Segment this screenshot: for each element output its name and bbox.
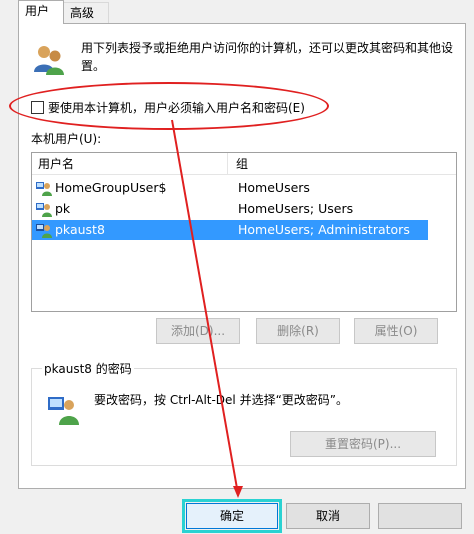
- table-row-selected[interactable]: pkaust8 HomeUsers; Administrators: [32, 220, 428, 240]
- reset-password-button[interactable]: 重置密码(P)...: [290, 431, 436, 457]
- user-group: HomeUsers; Users: [238, 201, 354, 216]
- require-password-checkbox[interactable]: [31, 100, 44, 114]
- user-group: HomeUsers: [238, 180, 310, 195]
- require-password-row[interactable]: 要使用本计算机，用户必须输入用户名和密码(E): [31, 99, 305, 115]
- local-users-label: 本机用户(U):: [31, 132, 102, 146]
- users-listview[interactable]: 用户名 组 HomeGroupUser$ HomeUsers pk HomeUs…: [31, 152, 457, 312]
- password-instructions: 要改密码，按 Ctrl-Alt-Del 并选择“更改密码”。: [94, 393, 349, 407]
- user-name: pkaust8: [55, 222, 105, 237]
- column-username[interactable]: 用户名: [38, 153, 228, 175]
- listview-header: 用户名 组: [32, 153, 456, 175]
- apply-button[interactable]: [378, 503, 462, 529]
- users-icon: [34, 46, 64, 75]
- user-icon: [36, 203, 52, 217]
- column-group[interactable]: 组: [236, 153, 248, 175]
- user-icon: [36, 182, 52, 196]
- user-group: HomeUsers; Administrators: [238, 222, 410, 237]
- require-password-label[interactable]: 要使用本计算机，用户必须输入用户名和密码(E): [48, 99, 305, 116]
- user-name: HomeGroupUser$: [55, 180, 167, 195]
- description-text: 用下列表授予或拒绝用户访问你的计算机，还可以更改其密码和其他设置。: [81, 41, 454, 73]
- tab-bar: 用户 高级: [0, 0, 474, 24]
- remove-user-button[interactable]: 删除(R): [256, 318, 340, 344]
- password-group-title: pkaust8 的密码: [42, 360, 134, 377]
- tab-advanced[interactable]: 高级: [63, 2, 109, 24]
- cancel-button[interactable]: 取消: [286, 503, 370, 529]
- user-name: pk: [55, 201, 71, 216]
- table-row[interactable]: pk HomeUsers; Users: [32, 199, 428, 219]
- tab-users[interactable]: 用户: [18, 0, 64, 24]
- table-row[interactable]: HomeGroupUser$ HomeUsers: [32, 178, 428, 198]
- users-panel: 用下列表授予或拒绝用户访问你的计算机，还可以更改其密码和其他设置。 要使用本计算…: [9, 23, 466, 489]
- password-user-icon: [48, 397, 79, 425]
- password-groupbox: pkaust8 的密码 要改密码，按 Ctrl-Alt-Del 并选择“更改密码…: [31, 360, 457, 466]
- ok-button[interactable]: 确定: [186, 503, 278, 529]
- user-icon: [36, 224, 52, 238]
- add-user-button[interactable]: 添加(D)...: [156, 318, 240, 344]
- properties-button[interactable]: 属性(O): [354, 318, 438, 344]
- user-accounts-dialog: 用户 高级 用下列表授予或拒绝用户访问你的计算机，还可以更改其密码和其他设置。 …: [0, 0, 474, 534]
